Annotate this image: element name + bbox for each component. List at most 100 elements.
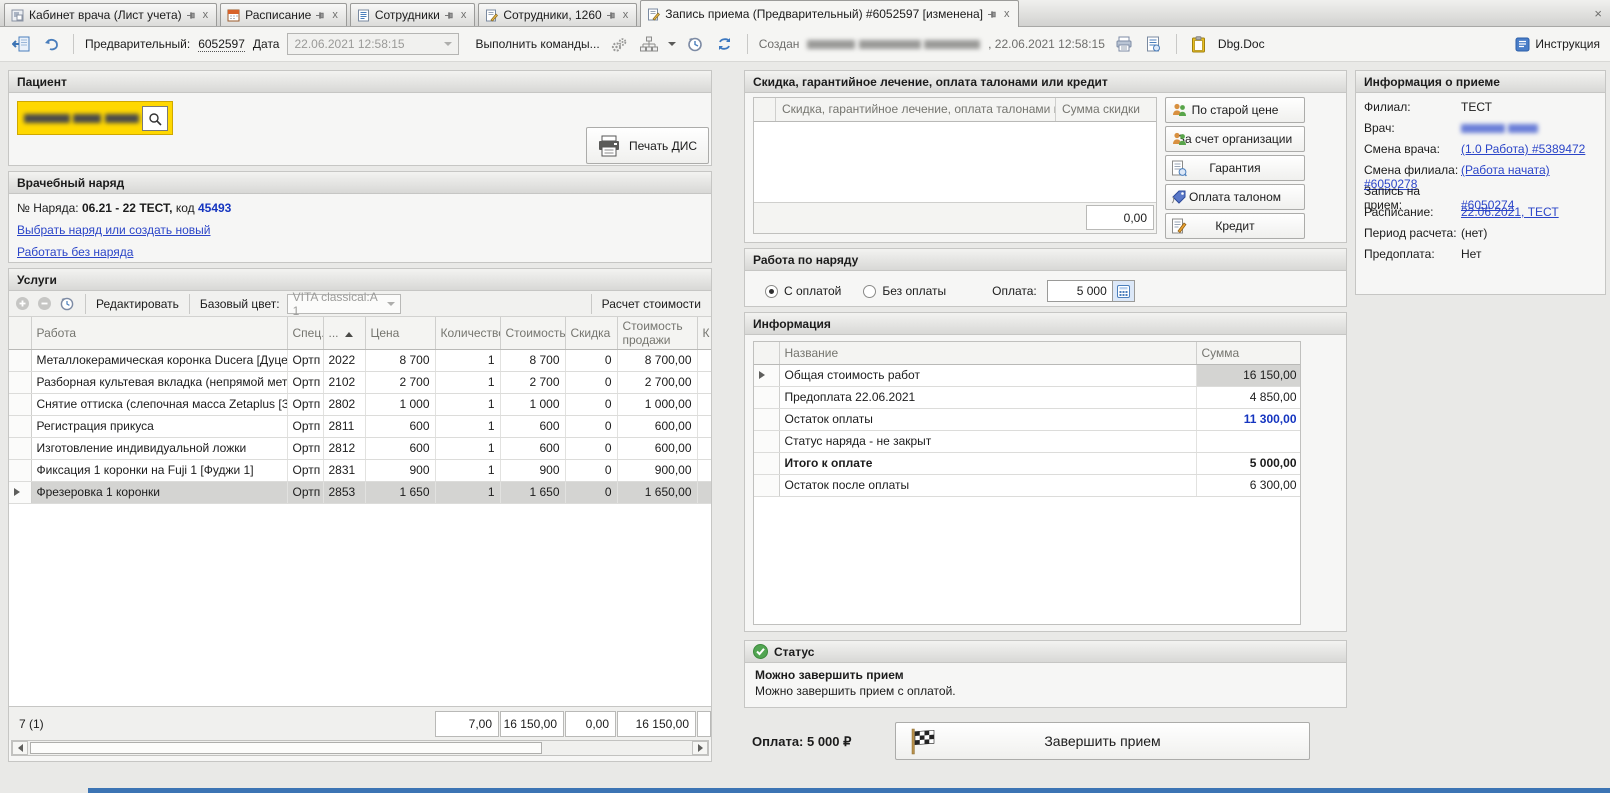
settings-gears-icon[interactable]	[608, 33, 630, 55]
scrollbar-thumb[interactable]	[30, 742, 542, 754]
add-service-icon[interactable]	[15, 296, 30, 311]
appointment-info-rows: Филиал:ТЕСТ Врач: Смена врача:(1.0 Работ…	[1364, 100, 1605, 268]
edit-service-button[interactable]: Редактировать	[96, 297, 179, 311]
horizontal-scrollbar[interactable]	[11, 740, 709, 756]
tab-appointment-record[interactable]: Запись приема (Предварительный) #6052597…	[640, 0, 1018, 27]
pin-icon[interactable]	[607, 11, 616, 20]
doctor-shift-link[interactable]: (1.0 Работа) #5389472	[1461, 142, 1585, 156]
service-history-icon[interactable]	[59, 296, 75, 312]
table-row[interactable]: Разборная культевая вкладка (непрямой ме…	[9, 371, 711, 393]
close-icon[interactable]: x	[1002, 9, 1012, 19]
record-id-link[interactable]: 6052597	[198, 37, 245, 52]
patient-search-button[interactable]	[142, 106, 168, 131]
close-icon[interactable]: x	[330, 10, 340, 20]
table-row[interactable]: Изготовление индивидуальной ложкиОртп281…	[9, 437, 711, 459]
calculator-button[interactable]	[1112, 281, 1134, 301]
clipboard-icon[interactable]	[1188, 33, 1210, 55]
close-icon[interactable]: x	[621, 10, 631, 20]
table-row[interactable]: Общая стоимость работ16 150,00	[754, 364, 1301, 386]
select-order-link[interactable]: Выбрать наряд или создать новый	[17, 223, 211, 237]
refresh-icon[interactable]	[714, 33, 736, 55]
print-dis-button[interactable]: Печать ДИС	[586, 127, 709, 164]
pin-icon[interactable]	[316, 11, 325, 20]
date-value: 22.06.2021 12:58:15	[294, 37, 404, 51]
payment-input[interactable]: 5 000	[1047, 280, 1135, 302]
column-header-spec[interactable]: Спец.	[287, 317, 323, 349]
hierarchy-icon[interactable]	[638, 33, 660, 55]
base-color-select[interactable]: VITA classical:A 1	[287, 294, 401, 314]
work-without-order-link[interactable]: Работать без наряда	[17, 245, 133, 259]
table-row[interactable]: Статус наряда - не закрыт	[754, 430, 1301, 452]
tab-doctor-cabinet[interactable]: Кабинет врача (Лист учета) x	[4, 3, 217, 26]
finish-appointment-button[interactable]: Завершить прием	[895, 722, 1310, 760]
table-row[interactable]: Металлокерамическая коронка Ducera [Дуце…	[9, 349, 711, 371]
column-header-sale[interactable]: Стоимость продажи	[617, 317, 697, 349]
column-header-discount-sum[interactable]: Сумма скидки	[1056, 98, 1156, 121]
instruction-label: Инструкция	[1535, 37, 1600, 51]
search-icon	[148, 112, 162, 126]
table-row[interactable]: Остаток после оплаты6 300,00	[754, 474, 1301, 496]
window-close-icon[interactable]: ×	[1594, 6, 1602, 21]
undo-icon[interactable]	[40, 33, 62, 55]
warranty-button[interactable]: Гарантия	[1165, 155, 1305, 181]
column-header-code-label: ...	[329, 326, 339, 340]
table-row[interactable]: Итого к оплате5 000,00	[754, 452, 1301, 474]
discount-table-empty-body[interactable]	[754, 122, 1156, 202]
column-header-discount-main[interactable]: Скидка, гарантийное лечение, оплата тало…	[776, 98, 1056, 121]
tab-label: Кабинет врача (Лист учета)	[29, 8, 182, 22]
unpaid-radio[interactable]	[863, 285, 876, 298]
dbg-doc-label[interactable]: Dbg.Doc	[1218, 37, 1265, 51]
pin-icon[interactable]	[187, 11, 196, 20]
column-header-qty[interactable]: Количество	[435, 317, 500, 349]
tab-employees-1260[interactable]: Сотрудники, 1260 x	[478, 3, 637, 26]
column-header-cost[interactable]: Стоимость	[500, 317, 565, 349]
table-row[interactable]: Предоплата 22.06.20214 850,00	[754, 386, 1301, 408]
table-row-selected[interactable]: Фрезеровка 1 коронкиОртп28531 65011 6500…	[9, 481, 711, 503]
chevron-down-icon	[387, 302, 395, 306]
paid-radio[interactable]	[765, 285, 778, 298]
tab-employees[interactable]: Сотрудники x	[350, 3, 476, 26]
doctor-name-redacted[interactable]	[1461, 121, 1538, 135]
tab-schedule[interactable]: Расписание x	[220, 3, 347, 26]
column-header-price[interactable]: Цена	[365, 317, 435, 349]
scroll-left-arrow[interactable]	[12, 741, 28, 755]
exit-record-icon[interactable]	[10, 33, 32, 55]
calendar-icon	[227, 9, 240, 22]
warranty-label: Гарантия	[1209, 161, 1260, 175]
instruction-icon	[1515, 37, 1530, 52]
org-expense-button[interactable]: За счет организации	[1165, 126, 1305, 152]
table-row[interactable]: Остаток оплаты11 300,00	[754, 408, 1301, 430]
print-icon[interactable]	[1113, 33, 1135, 55]
close-icon[interactable]: x	[201, 10, 211, 20]
pin-icon[interactable]	[445, 11, 454, 20]
scroll-right-arrow[interactable]	[692, 741, 708, 755]
table-row[interactable]: Фиксация 1 коронки на Fuji 1 [Фуджи 1]Ор…	[9, 459, 711, 481]
close-icon[interactable]: x	[459, 10, 469, 20]
table-row[interactable]: Снятие оттиска (слепочная масса Zetaplus…	[9, 393, 711, 415]
column-header-name[interactable]: Название	[779, 342, 1196, 364]
credit-button[interactable]: Кредит	[1165, 213, 1305, 239]
history-icon[interactable]	[684, 33, 706, 55]
column-header-sum[interactable]: Сумма	[1196, 342, 1301, 364]
voucher-payment-button[interactable]: Оплата талоном	[1165, 184, 1305, 210]
date-picker[interactable]: 22.06.2021 12:58:15	[287, 33, 459, 55]
column-header-pay[interactable]: К о	[697, 317, 711, 349]
execute-commands-menu[interactable]: Выполнить команды...	[475, 37, 599, 51]
column-header-work[interactable]: Работа	[31, 317, 287, 349]
order-work-title: Работа по наряду	[753, 250, 858, 270]
row-count: 7 (1)	[19, 717, 44, 731]
chevron-down-icon[interactable]	[668, 42, 676, 46]
remove-service-icon[interactable]	[37, 296, 52, 311]
cost-calculation-button[interactable]: Расчет стоимости	[602, 297, 701, 311]
schedule-link[interactable]: 22.06.2021, ТЕСТ	[1461, 205, 1559, 219]
pin-icon[interactable]	[988, 10, 997, 19]
info-row-billing-period: Период расчета:(нет)	[1364, 226, 1605, 247]
column-header-code[interactable]: ...	[323, 317, 365, 349]
table-row[interactable]: Регистрация прикусаОртп281160016000600,0…	[9, 415, 711, 437]
old-price-button[interactable]: По старой цене	[1165, 97, 1305, 123]
row-label: Смена врача:	[1364, 142, 1461, 156]
report-document-icon[interactable]	[1143, 33, 1165, 55]
column-header-discount[interactable]: Скидка	[565, 317, 617, 349]
instruction-button[interactable]: Инструкция	[1515, 37, 1600, 52]
patient-name-field[interactable]	[17, 101, 173, 135]
